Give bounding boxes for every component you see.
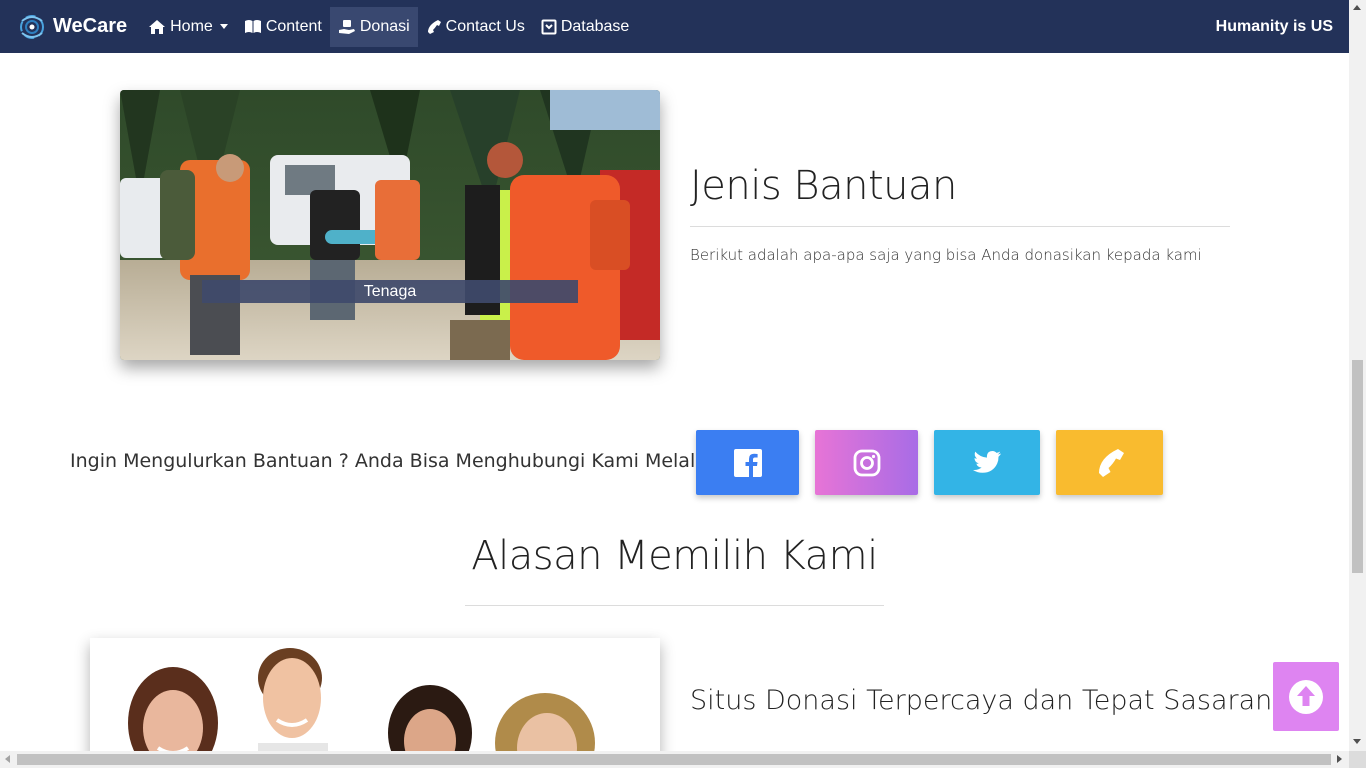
database-icon xyxy=(541,19,557,34)
nav-item-database[interactable]: Database xyxy=(533,7,638,47)
arrow-up-circle-icon xyxy=(1289,679,1323,714)
nav-item-label: Contact Us xyxy=(445,17,525,35)
brand-name: WeCare xyxy=(53,15,128,37)
twitter-button[interactable] xyxy=(934,430,1040,495)
donate-icon xyxy=(338,19,355,34)
contact-prompt: Ingin Mengulurkan Bantuan ? Anda Bisa Me… xyxy=(70,450,713,472)
scroll-up-arrow-icon[interactable] xyxy=(1353,5,1361,10)
team-image-card[interactable] xyxy=(90,638,660,768)
scroll-down-arrow-icon[interactable] xyxy=(1353,739,1361,744)
team-photo xyxy=(90,638,660,768)
phone-icon xyxy=(427,19,441,34)
chevron-down-icon xyxy=(219,24,228,29)
book-icon xyxy=(244,20,261,33)
instagram-icon xyxy=(853,449,880,476)
back-to-top-button[interactable] xyxy=(1273,662,1339,731)
facebook-icon xyxy=(733,448,762,477)
phone-icon xyxy=(1098,448,1124,477)
divider xyxy=(465,605,884,606)
situs-terpercaya-heading: Situs Donasi Terpercaya dan Tepat Sasara… xyxy=(690,685,1273,716)
divider xyxy=(690,226,1230,227)
instagram-button[interactable] xyxy=(815,430,918,495)
volunteers-photo xyxy=(120,90,660,360)
nav-item-label: Home xyxy=(170,17,213,35)
jenis-bantuan-heading: Jenis Bantuan xyxy=(690,163,957,209)
tenaga-image-card[interactable]: Tenaga xyxy=(120,90,660,360)
main-nav: Home Content Donasi Contact Us Database xyxy=(140,0,637,53)
vertical-scrollbar[interactable] xyxy=(1349,0,1366,751)
jenis-bantuan-description: Berikut adalah apa-apa saja yang bisa An… xyxy=(690,246,1202,264)
nav-item-donasi[interactable]: Donasi xyxy=(329,6,418,47)
top-navbar: WeCare Home Content Donasi Contact Us Da… xyxy=(0,0,1349,53)
nav-item-content[interactable]: Content xyxy=(236,7,330,47)
nav-item-label: Database xyxy=(560,17,630,35)
home-icon xyxy=(149,19,166,34)
scrollbar-thumb[interactable] xyxy=(1352,360,1363,573)
phone-button[interactable] xyxy=(1056,430,1163,495)
nav-item-home[interactable]: Home xyxy=(140,7,236,47)
twitter-icon xyxy=(973,450,1001,473)
scroll-right-arrow-icon[interactable] xyxy=(1337,755,1342,763)
facebook-button[interactable] xyxy=(696,430,799,495)
scroll-left-arrow-icon[interactable] xyxy=(5,755,10,763)
navbar-tagline[interactable]: Humanity is US xyxy=(1216,0,1333,53)
nav-item-label: Content xyxy=(265,17,322,35)
brand[interactable]: WeCare xyxy=(16,0,127,53)
scrollbar-corner xyxy=(1349,751,1366,768)
nav-item-label: Donasi xyxy=(359,17,410,35)
nav-item-contact-us[interactable]: Contact Us xyxy=(418,7,533,47)
alasan-heading: Alasan Memilih Kami xyxy=(471,533,878,579)
image-caption: Tenaga xyxy=(202,280,578,303)
horizontal-scrollbar[interactable] xyxy=(0,751,1349,768)
scrollbar-thumb[interactable] xyxy=(17,754,1331,765)
wecare-logo-icon xyxy=(20,14,44,39)
